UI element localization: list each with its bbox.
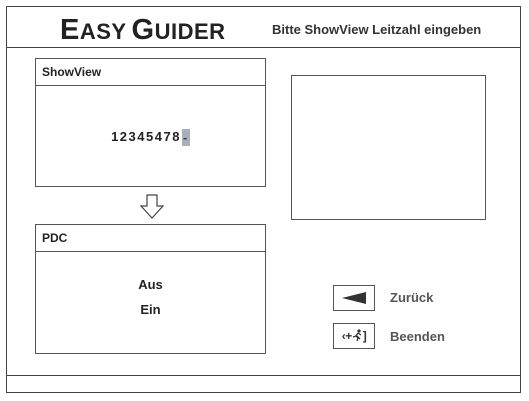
easy-guider-logo: EASY GUIDER xyxy=(60,14,226,46)
exit-label[interactable]: Beenden xyxy=(390,329,445,344)
showview-panel: ShowView 12345478- xyxy=(35,58,266,187)
showview-title: ShowView xyxy=(36,59,265,86)
pdc-title: PDC xyxy=(36,225,265,252)
input-cursor: - xyxy=(181,129,190,147)
pdc-option-aus[interactable]: Aus xyxy=(36,277,265,292)
exit-button[interactable]: ‹+ ] xyxy=(333,323,375,349)
pdc-panel: PDC Aus Ein xyxy=(35,224,266,354)
pdc-option-ein[interactable]: Ein xyxy=(36,302,265,317)
instruction-text: Bitte ShowView Leitzahl eingeben xyxy=(272,22,482,37)
preview-box xyxy=(291,75,486,220)
exit-run-icon: ‹+ ] xyxy=(341,329,367,343)
footer-divider xyxy=(6,375,521,376)
showview-code-value: 12345478 xyxy=(111,129,181,144)
pdc-option-list: Aus Ein xyxy=(36,277,265,327)
down-arrow-icon xyxy=(139,194,165,219)
back-button[interactable] xyxy=(333,285,375,311)
back-arrow-icon xyxy=(342,292,366,304)
showview-code-input[interactable]: 12345478- xyxy=(36,129,265,147)
back-label[interactable]: Zurück xyxy=(390,290,433,305)
